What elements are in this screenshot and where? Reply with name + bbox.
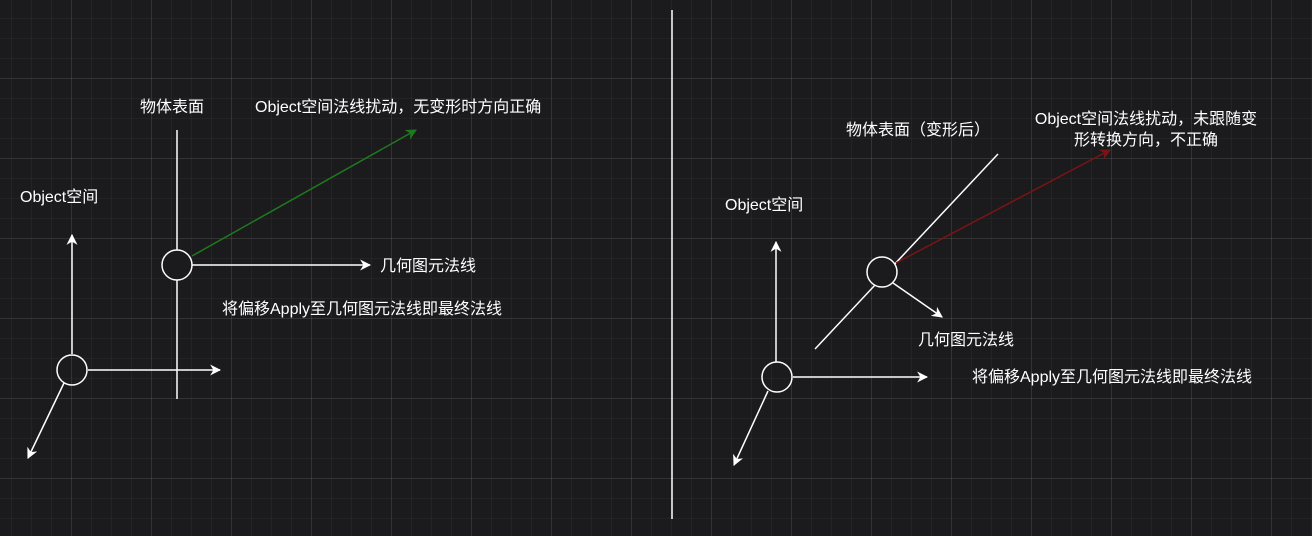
left-object-space-label: Object空间 <box>20 189 99 206</box>
left-apply-label: 将偏移Apply至几何图元法线即最终法线 <box>222 301 503 318</box>
right-surface-line <box>814 153 999 350</box>
right-surface-point-circle <box>866 256 898 288</box>
diagram-drawing <box>27 10 1111 519</box>
right-perturbed-normal-arrow <box>895 149 1111 264</box>
left-object-axis-diagonal <box>27 382 65 459</box>
right-perturb-label-line1: Object空间法线扰动，未跟随变 <box>1034 111 1258 128</box>
right-perturb-label: Object空间法线扰动，未跟随变 形转换方向，不正确 <box>1020 109 1272 151</box>
right-object-space-label: Object空间 <box>725 197 804 214</box>
left-perturb-label: Object空间法线扰动，无变形时方向正确 <box>255 99 542 116</box>
right-surface-label: 物体表面（变形后） <box>846 122 991 139</box>
right-perturb-label-line2: 形转换方向，不正确 <box>1073 132 1218 149</box>
left-perturbed-normal-arrow <box>191 129 417 257</box>
right-geo-normal-arrow <box>892 282 943 318</box>
right-object-axis-diagonal <box>733 390 769 466</box>
diagram-canvas: Object空间 物体表面 Object空间法线扰动，无变形时方向正确 几何图元… <box>0 0 1312 536</box>
right-geo-normal-label: 几何图元法线 <box>918 332 1015 349</box>
right-apply-label: 将偏移Apply至几何图元法线即最终法线 <box>972 369 1253 386</box>
right-object-origin-circle <box>761 361 793 393</box>
left-object-origin-circle <box>56 354 88 386</box>
left-surface-point-circle <box>161 249 193 281</box>
left-geo-normal-label: 几何图元法线 <box>380 258 477 275</box>
left-surface-label: 物体表面 <box>140 99 205 116</box>
